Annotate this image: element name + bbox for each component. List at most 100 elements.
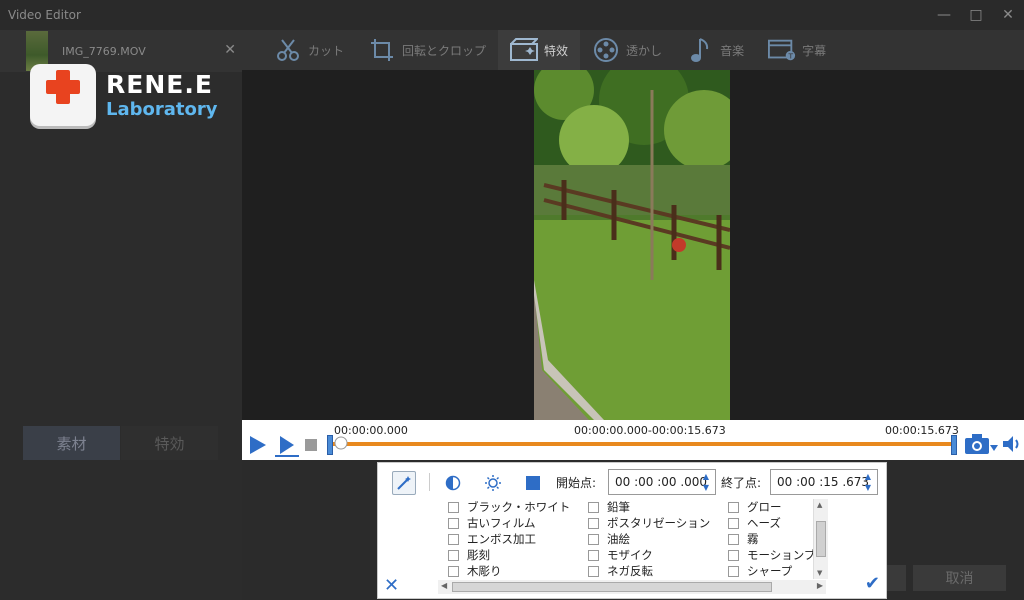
start-time-field[interactable]: 00 :00 :00 .000 ▲ ▼ bbox=[608, 469, 716, 495]
left-panel: IMG_7769.MOV ✕ RENE.E Laboratory 素材 特効 bbox=[0, 30, 242, 600]
window-controls: — □ ✕ bbox=[928, 0, 1024, 30]
title-bar: Video Editor — □ ✕ bbox=[0, 0, 1024, 30]
timeline-end-handle[interactable] bbox=[951, 435, 957, 455]
end-time-spinner[interactable]: ▲ ▼ bbox=[862, 472, 874, 492]
effect-item[interactable]: ブラック・ホワイト bbox=[448, 499, 570, 515]
effect-item[interactable]: シャープ bbox=[728, 563, 815, 579]
logo-plus-icon bbox=[30, 64, 96, 126]
effect-item[interactable]: モーションブ bbox=[728, 547, 815, 563]
stop-icon[interactable] bbox=[305, 439, 317, 454]
play-icon[interactable] bbox=[248, 434, 268, 459]
tool-effects-label: 特效 bbox=[544, 43, 569, 58]
tool-music[interactable]: 音楽 bbox=[674, 30, 756, 70]
effect-item[interactable]: ネガ反転 bbox=[588, 563, 710, 579]
start-label: 開始点: bbox=[556, 476, 597, 490]
effect-item[interactable]: ヘーズ bbox=[728, 515, 815, 531]
logo-brand: RENE.E bbox=[106, 70, 213, 99]
maximize-button[interactable]: □ bbox=[960, 0, 992, 30]
tool-subtitle-label: 字幕 bbox=[802, 43, 827, 58]
effect-item[interactable]: 霧 bbox=[728, 531, 815, 547]
square-icon[interactable] bbox=[521, 471, 545, 495]
tool-effects[interactable]: 特效 bbox=[498, 30, 581, 70]
tool-watermark[interactable]: 透かし bbox=[580, 30, 674, 70]
effect-item[interactable]: 油絵 bbox=[588, 531, 710, 547]
effects-column-2: 鉛筆 ポスタリゼーション 油絵 モザイク ネガ反転 bbox=[588, 499, 710, 579]
effect-checkbox[interactable] bbox=[448, 549, 459, 561]
effects-horizontal-scrollbar[interactable]: ◀ ▶ bbox=[438, 580, 826, 594]
effect-item[interactable]: 彫刻 bbox=[448, 547, 570, 563]
playhead[interactable] bbox=[334, 436, 348, 453]
effects-dialog: 開始点: 00 :00 :00 .000 ▲ ▼ 終了点: 00 :00 :15 … bbox=[377, 462, 887, 599]
film-reel-icon bbox=[592, 36, 620, 64]
timeline-track[interactable] bbox=[332, 442, 956, 446]
effect-item[interactable]: 木彫り bbox=[448, 563, 570, 579]
magic-wand-icon[interactable] bbox=[392, 471, 416, 495]
close-effects-icon[interactable]: ✕ bbox=[384, 575, 399, 596]
tool-cut-label: カット bbox=[308, 43, 345, 58]
effects-vertical-scrollbar[interactable]: ▲ ▼ bbox=[813, 499, 828, 579]
timeline-start-handle[interactable] bbox=[327, 435, 333, 455]
effect-checkbox[interactable] bbox=[728, 517, 739, 529]
contrast-icon[interactable] bbox=[441, 471, 465, 495]
effect-checkbox[interactable] bbox=[728, 501, 739, 513]
tab-effects[interactable]: 特効 bbox=[121, 426, 218, 460]
volume-icon[interactable] bbox=[1002, 435, 1022, 456]
file-name: IMG_7769.MOV bbox=[62, 44, 146, 58]
effect-checkbox[interactable] bbox=[448, 533, 459, 545]
end-time-field[interactable]: 00 :00 :15 .673 ▲ ▼ bbox=[770, 469, 878, 495]
tool-music-label: 音楽 bbox=[720, 43, 745, 58]
effect-checkbox[interactable] bbox=[448, 565, 459, 577]
effect-checkbox[interactable] bbox=[448, 517, 459, 529]
close-file-icon[interactable]: ✕ bbox=[224, 42, 236, 58]
effect-item[interactable]: ポスタリゼーション bbox=[588, 515, 710, 531]
timeline-range: 00:00:00.000-00:00:15.673 bbox=[574, 424, 726, 437]
tool-rotate-crop[interactable]: 回転とクロップ bbox=[356, 30, 498, 70]
play-selection-icon[interactable] bbox=[274, 434, 300, 461]
brightness-icon[interactable] bbox=[481, 471, 505, 495]
effect-item[interactable]: グロー bbox=[728, 499, 815, 515]
tab-materials[interactable]: 素材 bbox=[23, 426, 120, 460]
timeline-end: 00:00:15.673 bbox=[885, 424, 959, 437]
effect-checkbox[interactable] bbox=[588, 533, 599, 545]
effects-list: ブラック・ホワイト 古いフィルム エンボス加工 彫刻 木彫り 鉛筆 ポスタリゼー… bbox=[438, 499, 826, 579]
confirm-effects-icon[interactable]: ✔ bbox=[865, 573, 880, 594]
start-time-value: 00 :00 :00 .000 bbox=[615, 475, 708, 489]
tool-watermark-label: 透かし bbox=[626, 43, 663, 58]
video-frame bbox=[534, 70, 730, 420]
effects-column-1: ブラック・ホワイト 古いフィルム エンボス加工 彫刻 木彫り bbox=[448, 499, 570, 579]
effects-icon bbox=[510, 36, 539, 64]
minimize-button[interactable]: — bbox=[928, 0, 960, 30]
effect-checkbox[interactable] bbox=[448, 501, 459, 513]
effect-item[interactable]: 鉛筆 bbox=[588, 499, 710, 515]
effect-item[interactable]: エンボス加工 bbox=[448, 531, 570, 547]
tool-cut[interactable]: カット bbox=[262, 30, 356, 70]
tool-rotate-crop-label: 回転とクロップ bbox=[402, 43, 487, 58]
effect-item[interactable]: 古いフィルム bbox=[448, 515, 570, 531]
effect-checkbox[interactable] bbox=[588, 517, 599, 529]
effect-checkbox[interactable] bbox=[728, 533, 739, 545]
tool-subtitle[interactable]: T 字幕 bbox=[756, 30, 838, 70]
camera-icon[interactable] bbox=[964, 433, 990, 458]
effect-checkbox[interactable] bbox=[588, 549, 599, 561]
effect-item[interactable]: モザイク bbox=[588, 547, 710, 563]
effects-dialog-toolbar: 開始点: 00 :00 :00 .000 ▲ ▼ 終了点: 00 :00 :15 … bbox=[378, 463, 888, 501]
start-time-spinner[interactable]: ▲ ▼ bbox=[700, 472, 712, 492]
top-toolbar: カット 回転とクロップ 特效 透かし 音楽 T 字幕 bbox=[242, 30, 1024, 70]
svg-text:T: T bbox=[788, 51, 794, 60]
left-tabs: 素材 特効 bbox=[23, 426, 218, 460]
close-button[interactable]: ✕ bbox=[992, 0, 1024, 30]
effect-checkbox[interactable] bbox=[588, 501, 599, 513]
chevron-down-icon[interactable] bbox=[990, 440, 998, 454]
vertical-scroll-thumb[interactable] bbox=[816, 521, 826, 557]
video-preview bbox=[242, 70, 1024, 420]
rene-logo: RENE.E Laboratory bbox=[30, 64, 217, 126]
effect-checkbox[interactable] bbox=[728, 565, 739, 577]
horizontal-scroll-thumb[interactable] bbox=[452, 582, 772, 592]
effect-checkbox[interactable] bbox=[588, 565, 599, 577]
end-label: 終了点: bbox=[721, 476, 762, 490]
cancel-button[interactable]: 取消 bbox=[913, 565, 1006, 591]
crop-icon bbox=[368, 36, 396, 64]
subtitle-icon: T bbox=[768, 36, 796, 64]
window-title: Video Editor bbox=[8, 8, 81, 22]
effect-checkbox[interactable] bbox=[728, 549, 739, 561]
